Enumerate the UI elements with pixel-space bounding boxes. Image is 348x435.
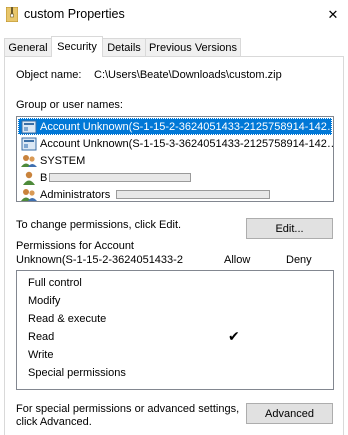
list-item-label: B	[40, 171, 48, 184]
unknown-account-icon	[21, 120, 37, 133]
permission-modify: Modify	[28, 295, 61, 307]
permission-read-execute: Read & execute	[28, 313, 107, 325]
permission-full-control: Full control	[28, 277, 82, 289]
deny-header: Deny	[286, 254, 312, 266]
group-icon	[21, 154, 37, 167]
list-item-label: Account Unknown(S-1-15-3-3624051433-2125…	[40, 137, 334, 150]
permission-special: Special permissions	[28, 367, 126, 379]
edit-button-label: Edit...	[275, 222, 304, 235]
allow-header: Allow	[224, 254, 251, 266]
permissions-list[interactable]: Full control Modify Read & execute Read …	[16, 270, 334, 390]
edit-button[interactable]: Edit...	[246, 218, 333, 239]
advanced-button-label: Advanced	[265, 407, 314, 420]
tab-general[interactable]: General	[4, 38, 52, 56]
tab-previous-versions[interactable]: Previous Versions	[145, 38, 241, 56]
advanced-text-line2: click Advanced.	[16, 416, 92, 428]
checkmark-icon: ✔	[228, 328, 240, 344]
unknown-account-icon	[21, 137, 37, 150]
advanced-button[interactable]: Advanced	[246, 403, 333, 424]
list-item[interactable]: Account Unknown(S-1-15-3-3624051433-2125…	[18, 135, 334, 152]
zip-folder-icon	[6, 7, 18, 22]
close-button[interactable]: ✕	[318, 0, 348, 30]
tab-security[interactable]: Security	[51, 36, 103, 57]
close-icon: ✕	[327, 7, 339, 22]
list-item[interactable]: Account Unknown(S-1-15-2-3624051433-2125…	[18, 118, 334, 135]
group-icon	[21, 188, 37, 201]
tab-label: Previous Versions	[148, 41, 238, 54]
advanced-text: For special permissions or advanced sett…	[16, 403, 240, 415]
object-name-value: C:\Users\Beate\Downloads\custom.zip	[94, 69, 282, 81]
window-title: custom Properties	[24, 7, 125, 21]
permissions-title: Permissions for Account	[16, 240, 134, 252]
user-icon	[23, 171, 35, 185]
redacted-name	[116, 190, 271, 199]
group-user-list[interactable]: Account Unknown(S-1-15-2-3624051433-2125…	[16, 116, 334, 202]
list-item-label: Administrators	[40, 188, 111, 201]
redacted-name	[49, 173, 192, 182]
list-item[interactable]: SYSTEM	[18, 152, 332, 169]
permissions-title-line2: Unknown(S-1-15-2-3624051433-2	[16, 254, 183, 266]
list-item[interactable]: Administrators	[18, 186, 332, 201]
change-permissions-text: To change permissions, click Edit.	[16, 219, 182, 231]
object-name-label: Object name:	[16, 69, 82, 81]
permission-write: Write	[28, 349, 54, 361]
tab-label: General	[8, 41, 48, 54]
permission-read: Read	[28, 331, 55, 343]
tab-label: Details	[107, 41, 141, 54]
list-item[interactable]: B	[18, 169, 332, 186]
list-item-label: SYSTEM	[40, 154, 86, 167]
tab-details[interactable]: Details	[102, 38, 146, 56]
list-item-label: Account Unknown(S-1-15-2-3624051433-2125…	[40, 120, 334, 133]
group-list-label: Group or user names:	[16, 99, 123, 111]
tab-label: Security	[57, 41, 97, 53]
